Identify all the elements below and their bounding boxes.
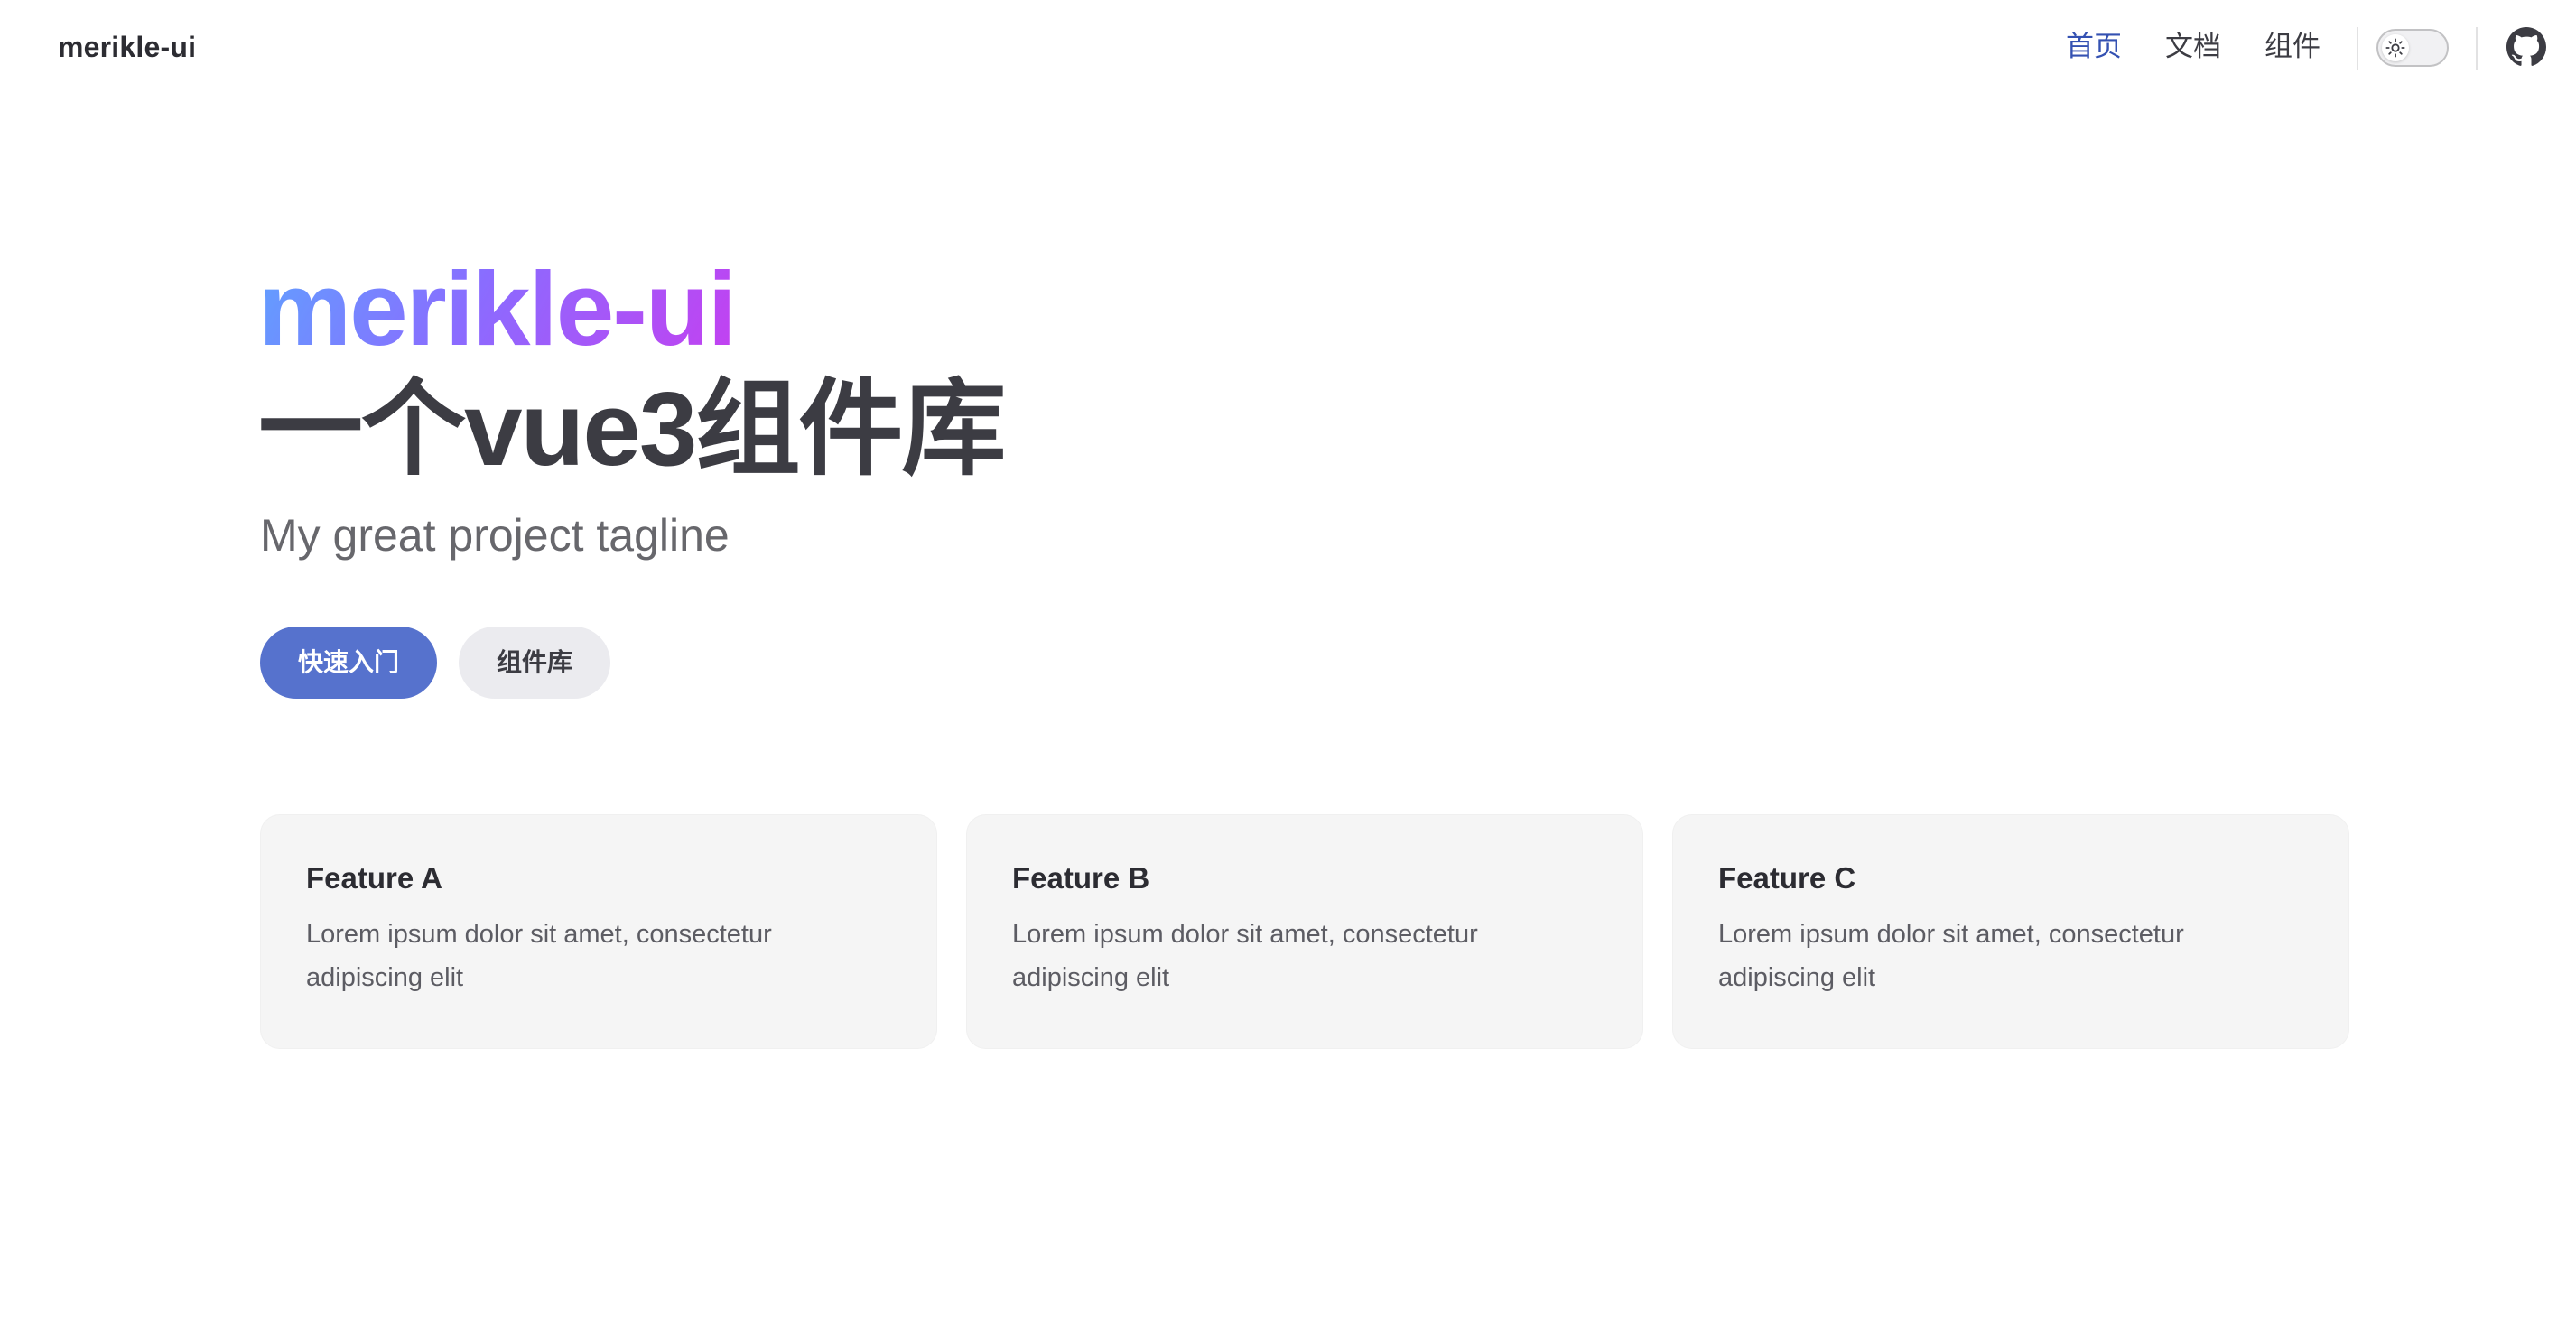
sun-icon bbox=[2382, 34, 2409, 61]
feature-details: Lorem ipsum dolor sit amet, consectetur … bbox=[1718, 920, 2184, 992]
feature-card: Feature B Lorem ipsum dolor sit amet, co… bbox=[966, 814, 1643, 1049]
nav-link-home[interactable]: 首页 bbox=[2066, 23, 2122, 70]
nav-divider bbox=[2357, 27, 2358, 70]
feature-title: Feature B bbox=[1012, 861, 1150, 895]
feature-details: Lorem ipsum dolor sit amet, consectetur … bbox=[1012, 920, 1478, 992]
hero-name: merikle-ui bbox=[258, 246, 737, 372]
nav-link-components[interactable]: 组件 bbox=[2264, 23, 2320, 70]
component-library-button[interactable]: 组件库 bbox=[459, 627, 610, 699]
nav-divider bbox=[2476, 27, 2478, 70]
hero-tagline: My great project tagline bbox=[260, 510, 730, 561]
features-section: Feature A Lorem ipsum dolor sit amet, co… bbox=[260, 814, 2349, 1049]
quick-start-button[interactable]: 快速入门 bbox=[260, 627, 437, 699]
nav-menu: 首页 文档 组件 bbox=[2066, 23, 2364, 70]
feature-title: Feature A bbox=[306, 861, 442, 895]
site-title[interactable]: merikle-ui bbox=[58, 23, 196, 70]
feature-title: Feature C bbox=[1718, 861, 1856, 895]
hero-text: 一个vue3组件库 bbox=[258, 370, 1006, 487]
nav-link-docs[interactable]: 文档 bbox=[2165, 23, 2221, 70]
theme-toggle-switch[interactable] bbox=[2376, 29, 2449, 67]
feature-card: Feature C Lorem ipsum dolor sit amet, co… bbox=[1672, 814, 2349, 1049]
feature-details: Lorem ipsum dolor sit amet, consectetur … bbox=[306, 920, 772, 992]
github-icon[interactable] bbox=[2506, 27, 2546, 67]
hero-actions: 快速入门 组件库 bbox=[260, 627, 610, 699]
feature-card: Feature A Lorem ipsum dolor sit amet, co… bbox=[260, 814, 937, 1049]
top-navbar: merikle-ui 首页 文档 组件 bbox=[0, 0, 2576, 94]
